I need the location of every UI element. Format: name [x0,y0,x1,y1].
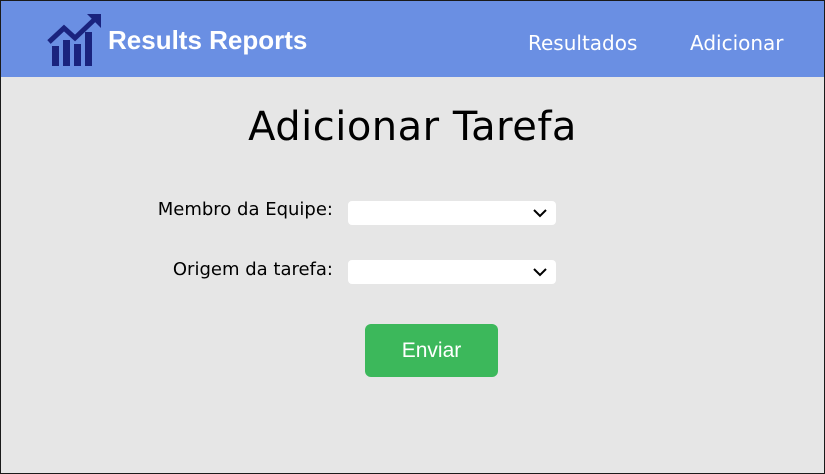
app-window: Results Reports Resultados Adicionar Adi… [0,0,825,474]
nav-link-adicionar[interactable]: Adicionar [690,30,784,56]
chart-growth-icon [47,14,101,66]
nav-link-resultados[interactable]: Resultados [528,30,637,56]
task-origin-label: Origem da tarefa: [172,259,333,280]
team-member-select[interactable] [348,201,556,225]
chevron-down-icon [533,268,547,277]
navbar: Results Reports Resultados Adicionar [1,1,824,77]
team-member-label: Membro da Equipe: [157,199,333,220]
page-title: Adicionar Tarefa [248,104,577,150]
chevron-down-icon [533,209,547,218]
brand-title: Results Reports [108,25,308,55]
submit-button[interactable]: Enviar [365,324,498,377]
task-origin-select[interactable] [348,260,556,284]
